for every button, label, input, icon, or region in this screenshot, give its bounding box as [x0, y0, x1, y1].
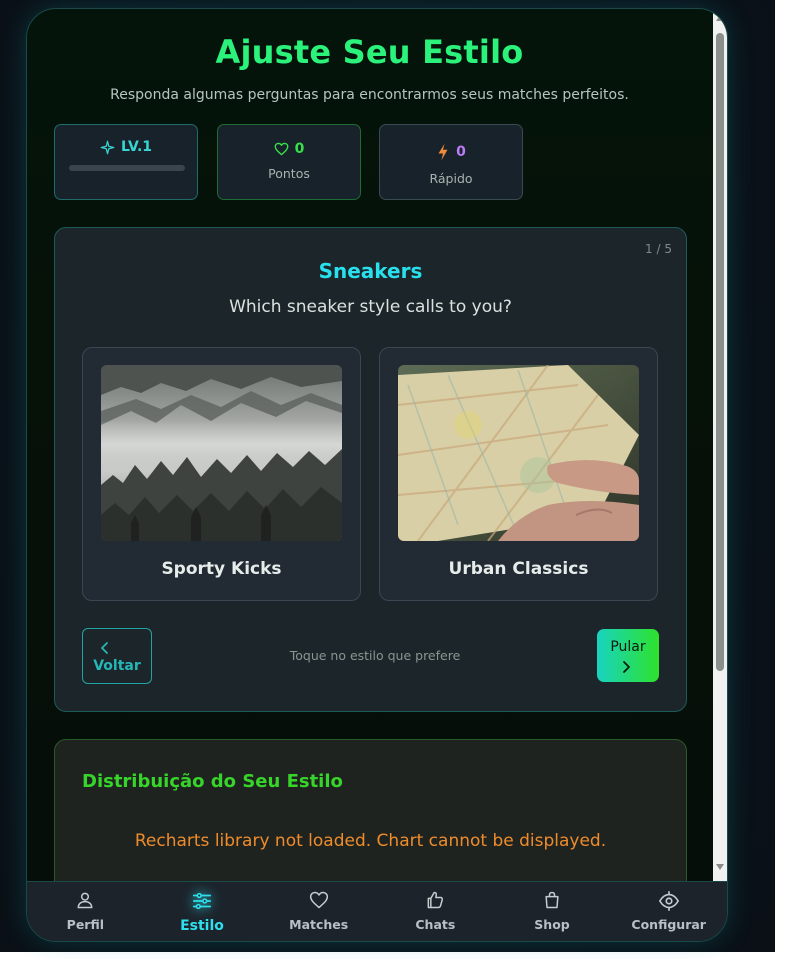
stat-level-header: LV.1	[55, 139, 197, 155]
settings-eye-icon	[658, 891, 679, 911]
stat-points-header: 0	[218, 141, 360, 157]
nav-item-chats[interactable]: Chats	[377, 882, 494, 941]
heart-icon	[309, 891, 328, 909]
option-urban-classics[interactable]: Urban Classics	[379, 347, 658, 601]
scroll-down-arrow[interactable]	[716, 864, 724, 870]
back-button[interactable]: Voltar	[82, 628, 152, 684]
hands-holding-map-photo	[398, 365, 639, 541]
page-title: Ajuste Seu Estilo	[215, 33, 524, 71]
nav-item-estilo[interactable]: Estilo	[144, 882, 261, 941]
chevron-right-icon	[623, 661, 630, 673]
nav-label: Estilo	[180, 918, 224, 934]
quiz-category: Sneakers	[318, 259, 423, 283]
nav-item-perfil[interactable]: Perfil	[27, 882, 144, 941]
stat-fast-card: 0 Rápido	[379, 124, 523, 200]
sliders-icon	[192, 892, 212, 910]
thumbs-up-icon	[427, 891, 444, 909]
nav-label: Chats	[415, 917, 456, 932]
quiz-question: Which sneaker style calls to you?	[229, 297, 512, 317]
lightning-icon	[438, 143, 448, 161]
chart-error-message: Recharts library not loaded. Chart canno…	[134, 831, 607, 851]
chevron-left-icon	[101, 642, 108, 654]
stat-fast-label: Rápido	[429, 171, 473, 186]
option-sporty-kicks[interactable]: Sporty Kicks	[82, 347, 361, 601]
app-frame: Ajuste Seu Estilo Responda algumas pergu…	[26, 8, 728, 942]
skip-button-label: Pular	[610, 639, 646, 655]
bottom-navigation: Perfil Estilo Matches Chats Shop Configu…	[27, 881, 727, 941]
vertical-scrollbar[interactable]	[713, 9, 727, 881]
option-label: Urban Classics	[448, 559, 589, 579]
stat-points-label: Pontos	[268, 166, 310, 181]
skip-button[interactable]: Pular	[597, 629, 659, 682]
misty-forest-photo	[101, 365, 342, 541]
nav-item-configurar[interactable]: Configurar	[610, 882, 727, 941]
sparkle-icon	[100, 140, 115, 154]
scroll-thumb[interactable]	[716, 33, 724, 671]
heart-icon	[274, 142, 289, 156]
level-progress-bar	[69, 165, 185, 171]
quiz-card: 1 / 5 Sneakers Which sneaker style calls…	[54, 227, 687, 712]
distribution-title: Distribuição do Seu Estilo	[82, 771, 343, 792]
stat-fast-value: 0	[456, 144, 466, 160]
nav-label: Perfil	[66, 917, 105, 932]
stat-points-value: 0	[294, 141, 305, 157]
nav-item-matches[interactable]: Matches	[260, 882, 377, 941]
back-button-label: Voltar	[93, 658, 141, 674]
shopping-bag-icon	[545, 891, 559, 909]
scroll-up-arrow[interactable]	[716, 15, 724, 21]
main-scroll-area[interactable]: Ajuste Seu Estilo Responda algumas pergu…	[27, 9, 712, 881]
nav-label: Shop	[534, 917, 570, 932]
selection-hint: Toque no estilo que prefere	[289, 648, 461, 663]
nav-label: Matches	[289, 917, 349, 932]
nav-label: Configurar	[631, 917, 706, 932]
page-subtitle: Responda algumas perguntas para encontra…	[110, 87, 629, 103]
option-label: Sporty Kicks	[161, 559, 282, 579]
user-icon	[77, 892, 93, 909]
style-distribution-card: Distribuição do Seu Estilo Recharts libr…	[54, 739, 687, 881]
stat-level-label: LV.1	[120, 139, 153, 155]
stat-points-card: 0 Pontos	[217, 124, 361, 200]
stat-level-card: LV.1	[54, 124, 198, 200]
nav-item-shop[interactable]: Shop	[494, 882, 611, 941]
stat-fast-header: 0	[380, 143, 522, 161]
question-counter: 1 / 5	[645, 242, 672, 256]
